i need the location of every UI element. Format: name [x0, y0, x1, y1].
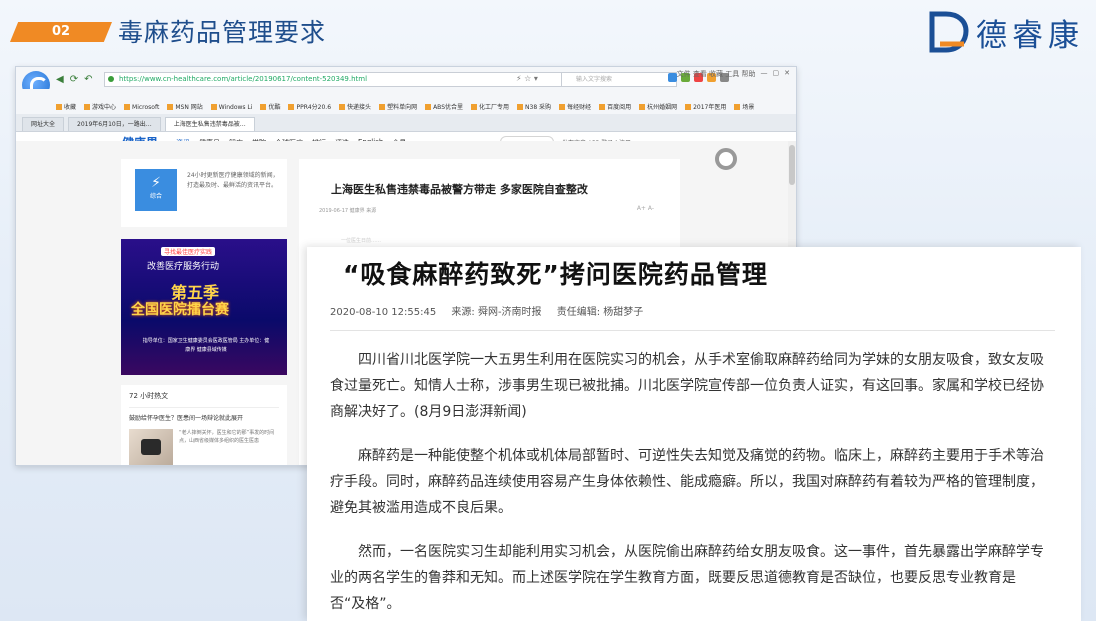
paragraph-3: 然而，一名医院实习生却能利用实习机会，从医院偷出麻醉药给女朋友吸食。这一事件，首… — [330, 544, 1044, 612]
favorite-item[interactable]: Windows Li — [211, 101, 253, 114]
maximize-icon[interactable]: ▢ — [773, 69, 780, 79]
window-controls: 文件 查看 收藏 工具 帮助 — ▢ ✕ — [677, 69, 790, 79]
card-source: 来源: 舜网-济南时报 — [451, 307, 542, 318]
banner-tag: 寻找最佳医疗实践 — [161, 247, 216, 256]
font-size-controls[interactable]: A+ A- — [637, 205, 654, 212]
undo-icon[interactable]: ↶ — [84, 74, 92, 85]
news-box-text: 24小时更新医疗健康领域的新闻，打造最及时、最鲜活的资讯平台。 — [187, 172, 279, 189]
menu-bar[interactable]: 文件 查看 收藏 工具 帮助 — [677, 69, 756, 79]
favorite-item[interactable]: 游戏中心 — [84, 101, 116, 114]
hot-title: 72 小时热文 — [129, 392, 169, 400]
tab-home[interactable]: 网址大全 — [22, 117, 65, 131]
tab-news[interactable]: 2019年6月10日，一路出… — [68, 117, 161, 131]
address-bar[interactable]: https://www.cn-healthcare.com/article/20… — [104, 72, 570, 87]
promo-banner[interactable]: 寻找最佳医疗实践 改善医疗服务行动 第五季 全国医院擂台赛 指导单位：国家卫生健… — [121, 239, 287, 375]
nav-buttons: ◀ ⟳ ↶ — [56, 74, 92, 85]
favorite-item[interactable]: 快递接头 — [339, 101, 371, 114]
card-editor: 责任编辑: 杨甜梦子 — [556, 307, 644, 318]
divider — [129, 407, 279, 408]
section-title: 毒麻药品管理要求 — [118, 18, 327, 47]
brand-name: 德睿康 — [976, 17, 1084, 54]
article-title: 上海医生私售违禁毒品被警方带走 多家医院自查整改 — [331, 183, 588, 196]
minimize-icon[interactable]: — — [761, 69, 768, 79]
browser-toolbar: ◀ ⟳ ↶ https://www.cn-healthcare.com/arti… — [16, 67, 796, 99]
article-meta: 2019-06-17 健康界 来源 — [319, 208, 377, 214]
favorite-item[interactable]: ABS优合里 — [425, 101, 463, 114]
hot-summary: “老人摔倒关怀，医生和它的那”事发的时间点，山西省级媒体多组织的医生医患 — [179, 430, 275, 444]
brand-logo: 德睿康 — [926, 8, 1084, 56]
paragraph-1: 四川省川北医学院一大五男生利用在医院实习的机会，从手术室偷取麻醉药给同为学妹的女… — [330, 352, 1044, 420]
favorite-item[interactable]: N38 采购 — [517, 101, 551, 114]
banner-footer: 指导单位：国家卫生健康委员会医政医管局 主办单位：健康界 健康县域传媒 — [142, 338, 270, 353]
scroll-thumb[interactable] — [789, 145, 795, 185]
url-text: https://www.cn-healthcare.com/article/20… — [119, 75, 368, 83]
section-number-badge: 02 — [10, 22, 112, 42]
favorite-item[interactable]: 优酷 — [260, 101, 280, 114]
card-meta: 2020-08-10 12:55:45 来源: 舜网-济南时报 责任编辑: 杨甜… — [330, 303, 655, 318]
card-title: “吸食麻醉药致死”拷问医院药品管理 — [343, 260, 768, 289]
favorites-bar: 收藏 游戏中心 Microsoft MSN 网站 Windows Li 优酷 PPR4分20… — [16, 101, 796, 114]
favorite-item[interactable]: 塑料单向网 — [379, 101, 417, 114]
favorite-item[interactable]: 场景 — [734, 101, 754, 114]
hot-headline[interactable]: 鼓励给怀孕医生？医患间一场辩论就此展开 — [129, 413, 243, 422]
close-icon[interactable]: ✕ — [784, 69, 790, 79]
favorite-item[interactable]: 杭州婚姻网 — [639, 101, 677, 114]
banner-line1: 改善医疗服务行动 — [147, 262, 220, 272]
favorite-item[interactable]: 化工厂专用 — [471, 101, 509, 114]
article-faint-text: 一位医生日前…… — [341, 238, 382, 244]
bolt-icon[interactable]: ⚡ ☆ ▾ — [516, 74, 538, 83]
favorite-item[interactable]: PPR4分20.6 — [288, 101, 331, 114]
news-box-icon: ⚡ 综合 — [135, 169, 177, 211]
favorite-item[interactable]: 每经财经 — [559, 101, 591, 114]
article-card: “吸食麻醉药致死”拷问医院药品管理 2020-08-10 12:55:45 来源… — [307, 247, 1081, 621]
hot-articles: 72 小时热文 鼓励给怀孕医生？医患间一场辩论就此展开 “老人摔倒关怀，医生和它… — [121, 385, 287, 465]
tab-article[interactable]: 上海医生私售违禁毒品被… — [164, 117, 255, 131]
favorite-item[interactable]: Microsoft — [124, 101, 159, 114]
hot-thumbnail[interactable] — [129, 429, 173, 465]
brand-mark-icon — [929, 11, 969, 53]
browser-search-input[interactable]: 输入文字搜索 — [561, 72, 677, 87]
slide-header: 02 毒麻药品管理要求 德睿康 — [0, 0, 1096, 64]
news-box[interactable]: ⚡ 综合 24小时更新医疗健康领域的新闻，打造最及时、最鲜活的资讯平台。 — [121, 159, 287, 227]
refresh-icon[interactable]: ⟳ — [70, 74, 78, 85]
tab-strip: 网址大全 2019年6月10日，一路出… 上海医生私售违禁毒品被… — [16, 114, 796, 132]
back-icon[interactable]: ◀ — [56, 74, 64, 85]
favorite-item[interactable]: MSN 网站 — [167, 101, 202, 114]
favorite-item[interactable]: 百度阅用 — [599, 101, 631, 114]
divider — [330, 330, 1055, 331]
secure-icon — [108, 76, 114, 82]
card-date: 2020-08-10 12:55:45 — [330, 307, 437, 318]
toolbar-spacer — [16, 89, 796, 101]
favorite-item[interactable]: 收藏 — [56, 101, 76, 114]
loading-ring-icon — [715, 148, 737, 170]
favorite-item[interactable]: 2017年医用 — [685, 101, 726, 114]
banner-line3: 全国医院擂台赛 — [131, 302, 229, 318]
paragraph-2: 麻醉药是一种能使整个机体或机体局部暂时、可逆性失去知觉及痛觉的药物。临床上，麻醉… — [330, 448, 1044, 516]
